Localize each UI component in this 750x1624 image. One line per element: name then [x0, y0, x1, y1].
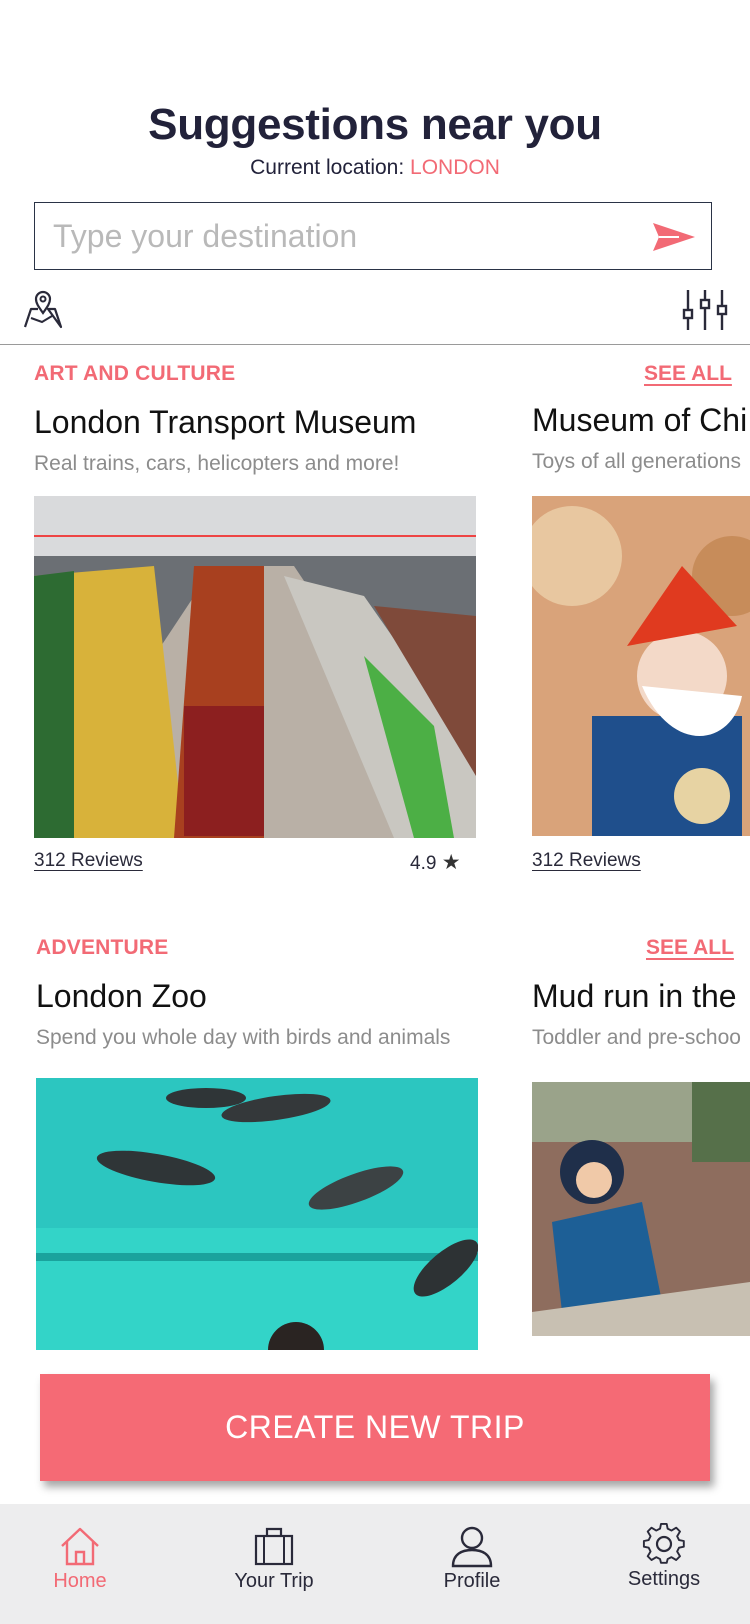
location-value[interactable]: LONDON — [410, 156, 500, 179]
tab-settings-label: Settings — [627, 1568, 701, 1590]
card-image-london-zoo[interactable] — [36, 1078, 478, 1350]
home-icon — [61, 1527, 99, 1566]
tab-home-label: Home — [53, 1570, 107, 1592]
tab-your-trip[interactable]: Your Trip — [199, 1504, 349, 1624]
suitcase-icon — [254, 1527, 294, 1566]
gear-icon — [642, 1522, 685, 1564]
tab-profile[interactable]: Profile — [397, 1504, 547, 1624]
card-description: Toys of all generations — [532, 450, 741, 473]
card-title[interactable]: London Zoo — [36, 978, 207, 1015]
current-location: Current location: LONDON — [0, 156, 750, 180]
tab-your-trip-label: Your Trip — [234, 1570, 314, 1592]
rating-value: 4.9 — [410, 853, 437, 874]
tab-profile-label: Profile — [443, 1570, 501, 1592]
card-description: Toddler and pre-schoo — [532, 1026, 741, 1049]
see-all-adventure-link[interactable]: SEE ALL — [646, 936, 734, 960]
card-title[interactable]: Museum of Chi — [532, 402, 747, 439]
destination-input[interactable] — [53, 213, 643, 259]
create-new-trip-button[interactable]: CREATE NEW TRIP — [40, 1374, 710, 1481]
send-arrow-icon[interactable] — [649, 219, 699, 255]
divider — [0, 344, 750, 345]
reviews-link[interactable]: 312 Reviews — [532, 850, 641, 872]
section-category-adventure: ADVENTURE — [36, 936, 169, 959]
reviews-link[interactable]: 312 Reviews — [34, 850, 143, 872]
card-title[interactable]: Mud run in the — [532, 978, 737, 1015]
tab-home[interactable]: Home — [5, 1504, 155, 1624]
profile-icon — [451, 1526, 493, 1568]
bottom-tab-bar: Home Your Trip Profile Settings — [0, 1504, 750, 1624]
location-label: Current location: — [250, 156, 411, 179]
map-pin-icon[interactable] — [22, 287, 64, 329]
card-image-toy-museum[interactable] — [532, 496, 750, 836]
page-title: Suggestions near you — [148, 100, 602, 149]
card-description: Real trains, cars, helicopters and more! — [34, 452, 400, 475]
tab-settings[interactable]: Settings — [589, 1504, 739, 1624]
see-all-art-link[interactable]: SEE ALL — [644, 362, 732, 386]
card-description: Spend you whole day with birds and anima… — [36, 1026, 451, 1049]
rating: 4.9 ★ — [410, 850, 461, 875]
section-category-art: ART AND CULTURE — [34, 362, 236, 385]
card-image-mud-run[interactable] — [532, 1082, 750, 1336]
star-icon: ★ — [441, 851, 461, 874]
card-image-transport-museum[interactable] — [34, 496, 476, 838]
card-title[interactable]: London Transport Museum — [34, 404, 416, 441]
destination-search — [34, 202, 712, 270]
sliders-icon[interactable] — [682, 288, 728, 332]
